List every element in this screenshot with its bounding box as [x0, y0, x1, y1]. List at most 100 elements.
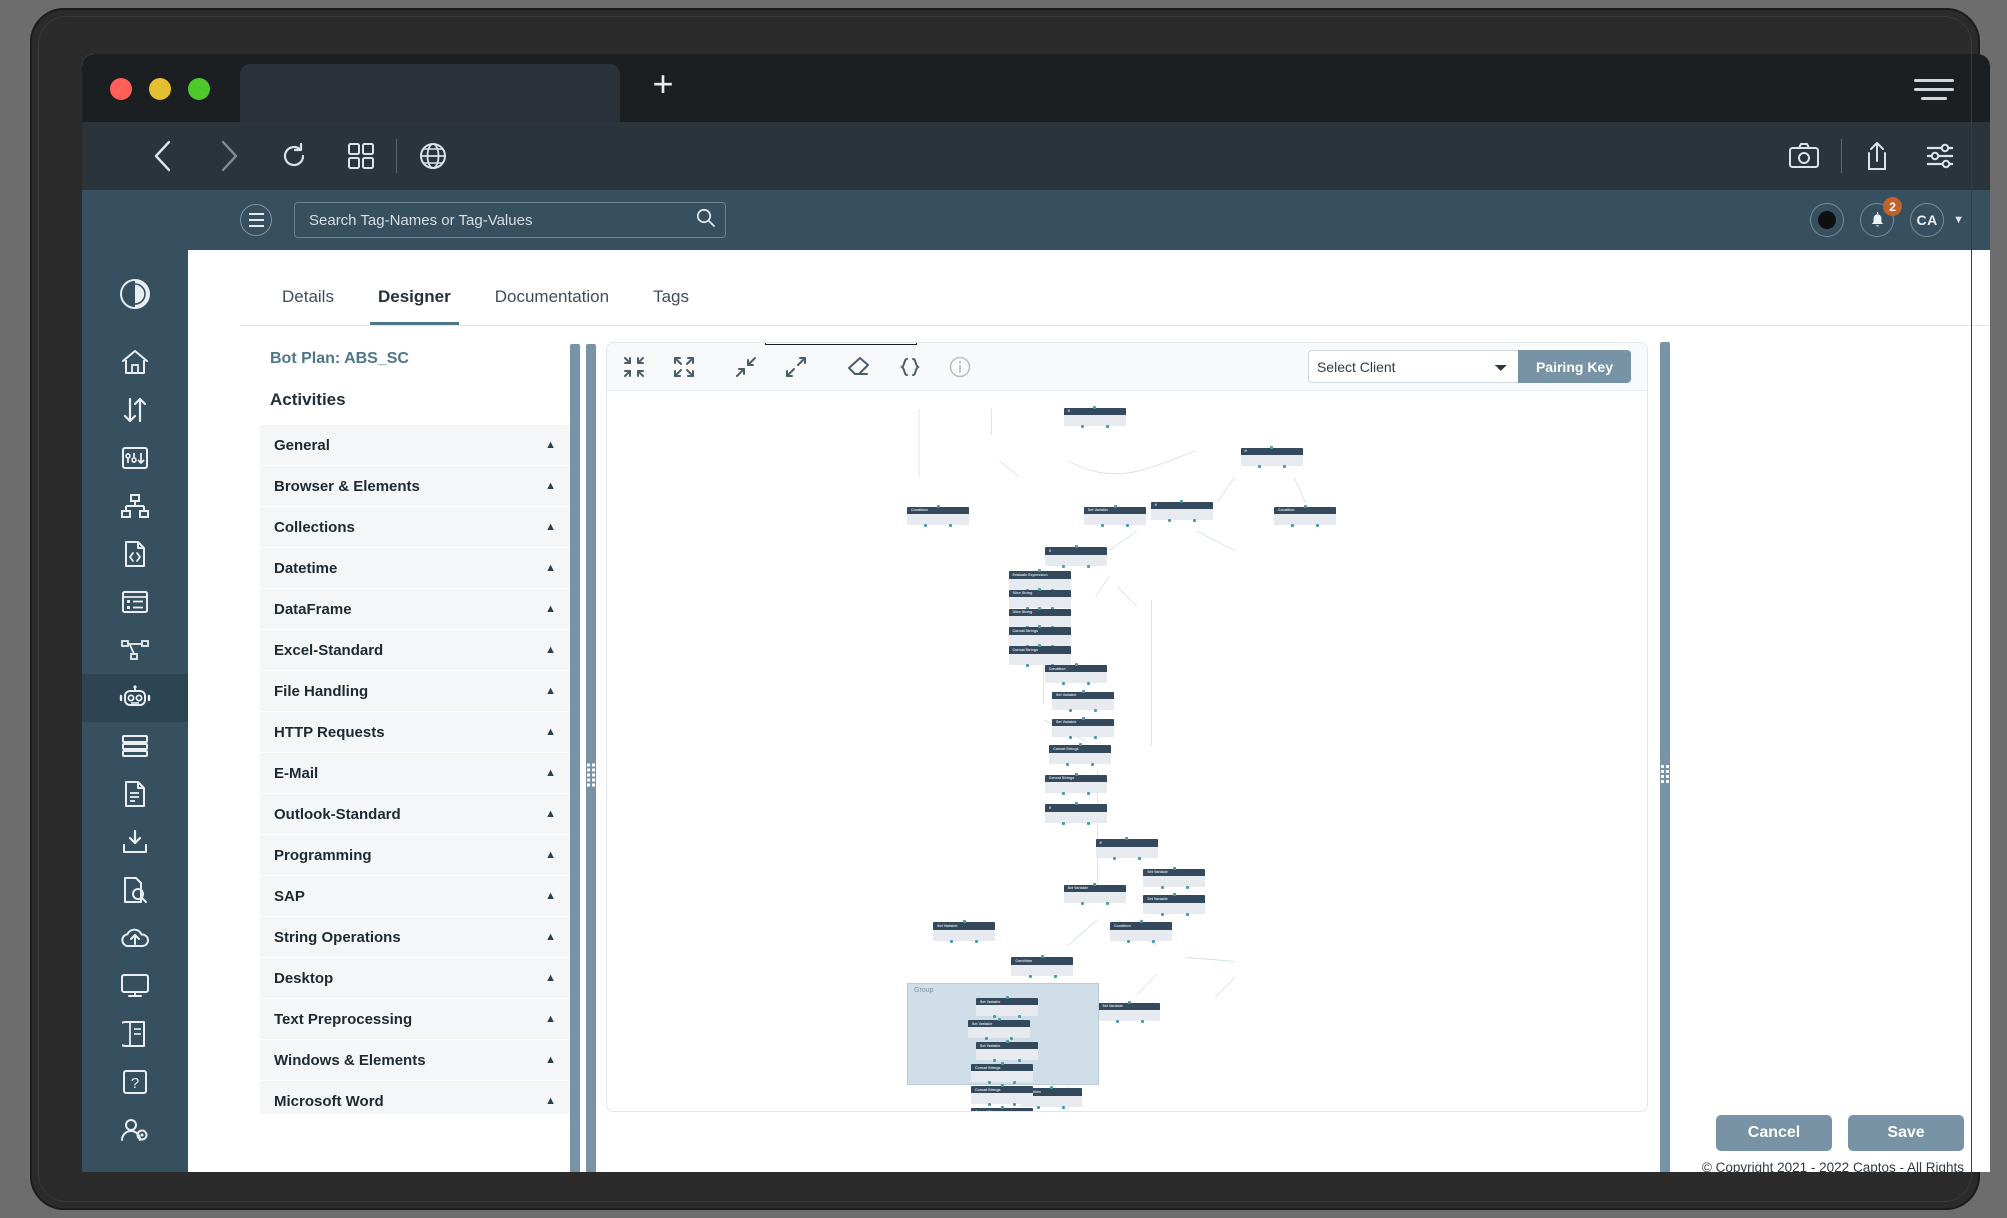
sidebar-item-processes[interactable]: [82, 434, 188, 482]
chevron-up-icon[interactable]: ▲: [545, 972, 556, 984]
flow-node[interactable]: Set Variable: [976, 1040, 1038, 1063]
flow-node-port[interactable]: [1316, 524, 1319, 528]
flow-node[interactable]: If: [1240, 445, 1303, 469]
activity-group[interactable]: Text Preprocessing ▲: [260, 998, 570, 1039]
chevron-down-icon[interactable]: ▼: [1953, 214, 1964, 226]
flow-node-port[interactable]: [1038, 606, 1042, 610]
flow-node-port[interactable]: [1041, 955, 1045, 959]
flow-node-port[interactable]: [985, 1037, 989, 1041]
flow-node-port[interactable]: [1167, 519, 1171, 522]
flow-node-port[interactable]: [1062, 682, 1066, 686]
flow-node[interactable]: Set Variable: [1098, 1000, 1161, 1024]
avatar[interactable]: [1810, 203, 1845, 237]
search-icon[interactable]: [696, 208, 715, 232]
flow-node-port[interactable]: [975, 939, 979, 943]
flow-node-port[interactable]: [1069, 736, 1073, 740]
flow-node-port[interactable]: [1005, 996, 1009, 999]
flow-node[interactable]: If: [1063, 405, 1126, 429]
activity-group[interactable]: Collections ▲: [260, 506, 570, 547]
flow-node[interactable]: Condition: [1044, 663, 1107, 686]
user-avatar-initials[interactable]: CA: [1910, 203, 1945, 237]
flow-node-port[interactable]: [1005, 1040, 1009, 1043]
sidebar-item-documents[interactable]: [82, 770, 188, 818]
sidebar-item-monitor[interactable]: [82, 962, 188, 1010]
flow-node-port[interactable]: [1270, 445, 1274, 449]
flow-node-port[interactable]: [1093, 405, 1097, 409]
notifications-button[interactable]: 2: [1860, 197, 1903, 237]
left-splitter-handle[interactable]: [586, 344, 596, 1172]
flow-node[interactable]: Concat Strings: [1008, 644, 1071, 667]
flow-node-port[interactable]: [1062, 821, 1066, 825]
flow-node-port[interactable]: [1018, 1059, 1022, 1063]
flow-node-port[interactable]: [924, 524, 928, 528]
chevron-up-icon[interactable]: ▲: [545, 1095, 556, 1107]
flow-node[interactable]: Set Variable: [968, 1018, 1030, 1041]
chevron-up-icon[interactable]: ▲: [545, 1054, 556, 1066]
flow-node[interactable]: Set Variable: [1083, 504, 1146, 528]
search-input[interactable]: [307, 210, 696, 230]
flow-node[interactable]: Set Variable: [1052, 716, 1114, 740]
flow-node[interactable]: Slice String: [1008, 587, 1071, 611]
close-window-button[interactable]: [110, 78, 132, 100]
flow-node-port[interactable]: [1086, 792, 1090, 796]
flow-node[interactable]: Condition: [907, 504, 969, 528]
activity-group[interactable]: Desktop ▲: [260, 957, 570, 998]
flow-node-port[interactable]: [988, 1081, 992, 1085]
flow-node-port[interactable]: [1053, 974, 1057, 978]
flow-node-port[interactable]: [1101, 524, 1105, 528]
flow-node-port[interactable]: [1257, 465, 1261, 469]
flow-node-port[interactable]: [1025, 663, 1029, 667]
flow-node[interactable]: If: [1044, 802, 1107, 825]
sidebar-item-help[interactable]: ?: [82, 1058, 188, 1106]
share-icon[interactable]: [1864, 141, 1890, 171]
sidebar-item-cloud-upload[interactable]: [82, 914, 188, 962]
tab-tags[interactable]: Tags: [631, 269, 711, 325]
activity-group[interactable]: String Operations ▲: [260, 916, 570, 957]
flow-node[interactable]: Set Variable: [1052, 689, 1114, 713]
flow-node-port[interactable]: [1192, 519, 1196, 522]
flow-node-port[interactable]: [1303, 504, 1307, 508]
flow-node-port[interactable]: [1160, 912, 1164, 916]
sidebar-item-hierarchy[interactable]: [82, 482, 188, 530]
flow-node-port[interactable]: [1139, 920, 1143, 924]
activity-group[interactable]: SAP ▲: [260, 875, 570, 916]
flow-node-port[interactable]: [1081, 689, 1085, 693]
chevron-up-icon[interactable]: ▲: [545, 480, 556, 492]
flow-node[interactable]: If: [1150, 499, 1213, 522]
flow-node-port[interactable]: [1000, 1106, 1004, 1109]
flow-node-port[interactable]: [1126, 524, 1130, 528]
flow-node-port[interactable]: [1086, 682, 1090, 686]
flow-node-port[interactable]: [1062, 564, 1066, 568]
flow-node[interactable]: Set Variable: [1143, 893, 1206, 916]
activity-group[interactable]: HTTP Requests ▲: [260, 711, 570, 752]
activity-group[interactable]: File Handling ▲: [260, 670, 570, 711]
flow-node-port[interactable]: [1066, 762, 1070, 766]
flow-node-port[interactable]: [1091, 762, 1095, 766]
flow-node-port[interactable]: [1080, 425, 1084, 429]
sidebar-item-forms[interactable]: [82, 578, 188, 626]
flow-node-port[interactable]: [1074, 772, 1078, 776]
activity-group[interactable]: Microsoft Word ▲: [260, 1080, 570, 1114]
flow-node-port[interactable]: [1074, 663, 1078, 666]
flow-node-port[interactable]: [1140, 1020, 1144, 1024]
flow-node[interactable]: Concat Strings: [971, 1062, 1033, 1085]
new-tab-button[interactable]: +: [648, 66, 678, 102]
zoom-out-icon[interactable]: [735, 356, 757, 378]
flow-node-port[interactable]: [1074, 802, 1078, 806]
flow-node-port[interactable]: [1128, 1000, 1132, 1004]
tab-documentation[interactable]: Documentation: [473, 269, 631, 325]
sidebar-item-servers[interactable]: [82, 722, 188, 770]
chevron-up-icon[interactable]: ▲: [545, 890, 556, 902]
flow-node-port[interactable]: [1185, 912, 1189, 916]
flow-node-port[interactable]: [1173, 866, 1177, 870]
zoom-in-icon[interactable]: [785, 356, 807, 378]
flow-node-port[interactable]: [1105, 425, 1109, 429]
sidebar-item-library[interactable]: [82, 1010, 188, 1058]
flow-node[interactable]: Evaluate Expression: [1008, 569, 1071, 592]
camera-icon[interactable]: [1789, 143, 1819, 169]
chevron-up-icon[interactable]: ▲: [545, 521, 556, 533]
activity-group[interactable]: Excel-Standard ▲: [260, 629, 570, 670]
flow-node-port[interactable]: [1093, 882, 1097, 886]
flow-node-port[interactable]: [997, 1018, 1001, 1021]
chevron-up-icon[interactable]: ▲: [545, 931, 556, 943]
